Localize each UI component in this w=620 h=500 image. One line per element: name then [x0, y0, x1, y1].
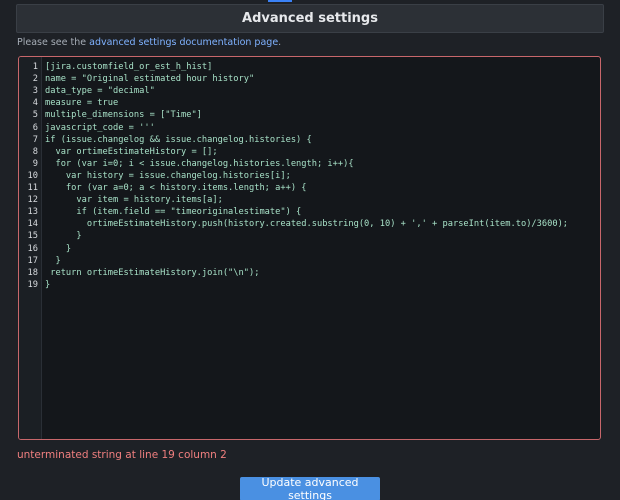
code-line: 5 multiple_dimensions = ["Time"]: [19, 109, 600, 121]
line-number: 18: [27, 267, 38, 278]
documentation-suffix: .: [278, 37, 282, 48]
documentation-note: Please see the advanced settings documen…: [17, 37, 281, 48]
code-line: 3 data_type = "decimal": [19, 85, 600, 97]
code-text: ortimeEstimateHistory.push(history.creat…: [45, 219, 569, 230]
line-number: 14: [27, 219, 38, 230]
code-line: 12 var item = history.items[a];: [19, 194, 600, 206]
line-number: 11: [27, 183, 38, 193]
line-number: 4: [32, 98, 38, 109]
code-text: var history = issue.changelog.histories[…: [45, 170, 291, 181]
code-text: var item = history.items[a];: [45, 195, 223, 206]
code-text: }: [45, 243, 72, 254]
code-text: multiple_dimensions = ["Time"]: [45, 110, 202, 121]
code-line: 14 ortimeEstimateHistory.push(history.cr…: [19, 218, 600, 230]
line-number: 15: [27, 231, 38, 242]
code-text: for (var i=0; i < issue.changelog.histor…: [45, 158, 354, 169]
line-number: 8: [32, 146, 38, 157]
code-line: 8 var ortimeEstimateHistory = [];: [19, 146, 600, 158]
line-number: 16: [27, 243, 38, 254]
code-text: return ortimeEstimateHistory.join("\n");: [45, 267, 260, 278]
code-text: }: [45, 231, 82, 242]
code-text: var ortimeEstimateHistory = [];: [45, 146, 218, 157]
code-line: 7 if (issue.changelog && issue.changelog.…: [19, 134, 600, 146]
code-line: 11 for (var a=0; a < history.items.lengt…: [19, 182, 600, 194]
code-text: }: [45, 255, 61, 266]
line-number: 3: [32, 86, 38, 97]
code-line: 15 }: [19, 230, 600, 242]
update-button-label: Update advanced settings: [261, 476, 359, 500]
documentation-link[interactable]: advanced settings documentation page: [89, 37, 278, 48]
code-text: if (issue.changelog && issue.changelog.h…: [45, 134, 312, 145]
code-text: for (var a=0; a < history.items.length; …: [45, 183, 307, 193]
documentation-prefix: Please see the: [17, 37, 90, 48]
code-text: data_type = "decimal": [45, 86, 155, 97]
code-text: javascript_code = ''': [45, 122, 155, 133]
line-number: 13: [27, 207, 38, 218]
code-line: 16 }: [19, 243, 600, 255]
code-text: measure = true: [45, 98, 119, 109]
code-line: 9 for (var i=0; i < issue.changelog.hist…: [19, 158, 600, 170]
section-header: Advanced settings: [16, 4, 604, 33]
top-accent-bar: [268, 0, 292, 2]
line-number: 6: [32, 122, 38, 133]
line-number: 10: [27, 170, 38, 181]
code-line: 4 measure = true: [19, 97, 600, 109]
code-line: 18 return ortimeEstimateHistory.join("\n…: [19, 267, 600, 279]
code-line: 13 if (item.field == "timeoriginalestima…: [19, 206, 600, 218]
code-line: 6 javascript_code = ''': [19, 122, 600, 134]
code-text: if (item.field == "timeoriginalestimate"…: [45, 207, 302, 218]
advanced-settings-page: Advanced settings Please see the advance…: [0, 0, 620, 500]
code-text: name = "Original estimated hour history": [45, 74, 255, 85]
line-number: 9: [32, 158, 38, 169]
code-line: 17 }: [19, 255, 600, 267]
line-number: 5: [32, 110, 38, 121]
settings-code-editor[interactable]: 1 [jira.customfield_or_est_h_hist] 2 name =…: [18, 56, 601, 440]
line-number: 17: [27, 255, 38, 266]
line-number: 7: [32, 134, 38, 145]
error-message: unterminated string at line 19 column 2: [17, 449, 227, 461]
code-line: 19}: [19, 279, 600, 291]
code-line: 10 var history = issue.changelog.histori…: [19, 170, 600, 182]
update-advanced-settings-button[interactable]: Update advanced settings: [240, 476, 380, 500]
code-text: [jira.customfield_or_est_h_hist]: [45, 62, 213, 72]
section-title: Advanced settings: [242, 11, 378, 26]
line-number: 1: [32, 62, 38, 72]
line-number: 2: [32, 74, 38, 85]
code-line: 1 [jira.customfield_or_est_h_hist]: [19, 61, 600, 73]
code-line: 2 name = "Original estimated hour history…: [19, 73, 600, 85]
line-number: 12: [27, 195, 38, 206]
code-text: }: [45, 279, 51, 290]
line-number: 19: [27, 279, 38, 290]
